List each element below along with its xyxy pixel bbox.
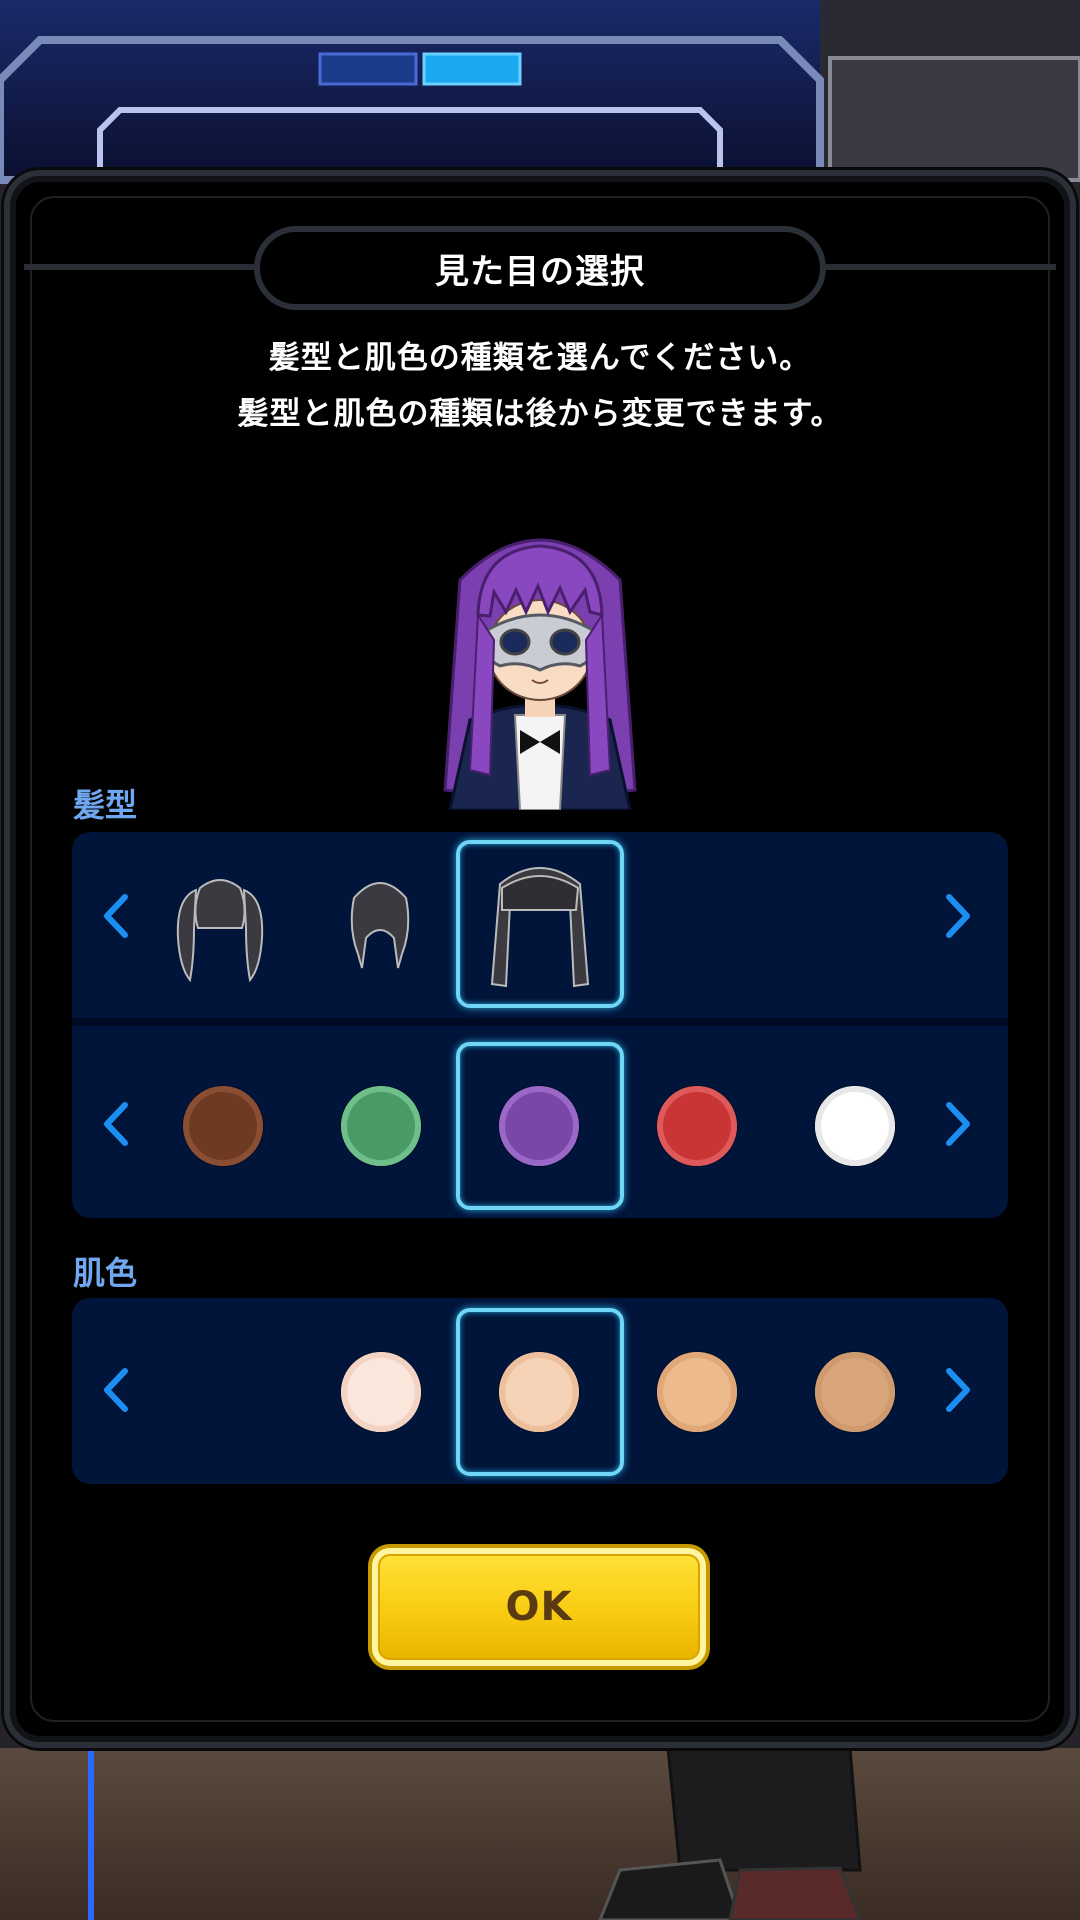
chevron-right-icon xyxy=(946,1102,970,1146)
character-avatar-image xyxy=(443,538,637,812)
skin-color-next-button[interactable] xyxy=(938,1360,978,1420)
dialog-title: 見た目の選択 xyxy=(435,251,645,292)
hair-row-divider xyxy=(72,1018,1008,1026)
title-divider-left xyxy=(24,264,256,270)
skin-color-swatch-1[interactable] xyxy=(341,1352,421,1432)
skin-section-label: 肌色 xyxy=(73,1254,138,1292)
hair-style-next-button[interactable] xyxy=(938,886,978,946)
hair-style-option-twin-tails[interactable] xyxy=(170,868,270,986)
description-line-1: 髪型と肌色の種類を選んでください。 xyxy=(268,340,812,376)
hair-color-swatch-1[interactable] xyxy=(183,1086,263,1166)
chevron-right-icon xyxy=(946,894,970,938)
chevron-left-icon xyxy=(104,1368,128,1412)
dialog-title-box: 見た目の選択 xyxy=(254,226,826,310)
twin-tails-hair-icon xyxy=(176,879,264,983)
hair-style-prev-button[interactable] xyxy=(96,886,136,946)
hair-color-prev-button[interactable] xyxy=(96,1094,136,1154)
character-preview xyxy=(420,520,660,812)
chevron-left-icon xyxy=(104,1102,128,1146)
hair-color-swatch-4[interactable] xyxy=(657,1086,737,1166)
hair-section-label: 髪型 xyxy=(73,786,138,824)
ok-button-face: OK xyxy=(378,1554,700,1660)
skin-color-swatch-3[interactable] xyxy=(657,1352,737,1432)
skin-color-prev-button[interactable] xyxy=(96,1360,136,1420)
short-hair-icon xyxy=(350,882,410,969)
ok-button-label: OK xyxy=(505,1584,573,1630)
skin-color-swatch-2[interactable] xyxy=(499,1352,579,1432)
hair-color-swatch-5[interactable] xyxy=(815,1086,895,1166)
title-divider-right xyxy=(824,264,1056,270)
chevron-left-icon xyxy=(104,894,128,938)
hair-color-swatch-2[interactable] xyxy=(341,1086,421,1166)
ok-button[interactable]: OK xyxy=(372,1548,706,1666)
long-straight-hair-icon xyxy=(490,867,590,988)
skin-color-swatch-4[interactable] xyxy=(815,1352,895,1432)
hair-style-option-long-straight[interactable] xyxy=(478,858,602,992)
hair-color-next-button[interactable] xyxy=(938,1094,978,1154)
chevron-right-icon xyxy=(946,1368,970,1412)
hair-style-option-short[interactable] xyxy=(340,868,420,978)
hair-color-swatch-3[interactable] xyxy=(499,1086,579,1166)
description-line-2: 髪型と肌色の種類は後から変更できます。 xyxy=(237,396,843,432)
